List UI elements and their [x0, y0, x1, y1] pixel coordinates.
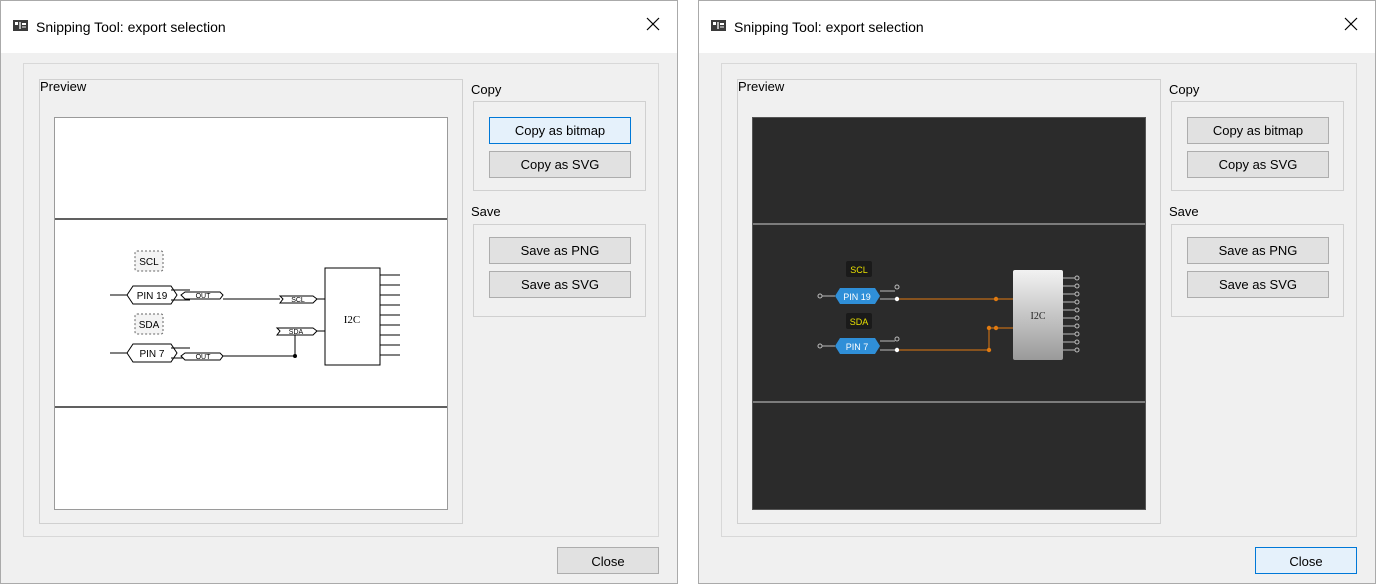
- tag-scl-label: SCL: [850, 265, 868, 275]
- save-label: Save: [471, 204, 501, 219]
- save-as-png-button[interactable]: Save as PNG: [1187, 237, 1329, 264]
- circuit-diagram: SCL PIN 19 SDA PIN 7 I2C: [753, 223, 1145, 403]
- window-title: Snipping Tool: export selection: [36, 19, 226, 35]
- close-icon[interactable]: [643, 14, 663, 34]
- title-bar: Snipping Tool: export selection: [1, 1, 677, 53]
- close-button[interactable]: Close: [557, 547, 659, 574]
- preview-label: Preview: [40, 79, 87, 94]
- save-group: Save as PNG Save as SVG: [1171, 224, 1344, 317]
- preview-group: Preview SCL PIN 19 SDA PIN 7 I2C: [737, 79, 1161, 524]
- circuit-diagram: SCL PIN 19 OUT SCL SDA PIN 7 OUT SDA I2C: [55, 218, 447, 408]
- out-port-bottom-label: OUT: [196, 354, 212, 361]
- save-group: Save as PNG Save as SVG: [473, 224, 646, 317]
- copy-as-svg-button[interactable]: Copy as SVG: [1187, 151, 1329, 178]
- i2c-block-label: I2C: [1031, 311, 1046, 322]
- pin-19-label: PIN 19: [137, 291, 168, 302]
- tag-scl-label: SCL: [139, 257, 159, 268]
- i2c-block-label: I2C: [344, 314, 361, 326]
- content-frame: Preview SCL PIN 19 OUT SCL SDA PIN 7 OUT…: [23, 63, 659, 537]
- snipping-tool-app-icon: [13, 20, 28, 31]
- content-frame: Preview SCL PIN 19 SDA PIN 7 I2C Copy Co…: [721, 63, 1357, 537]
- save-as-png-button[interactable]: Save as PNG: [489, 237, 631, 264]
- title-bar: Snipping Tool: export selection: [699, 1, 1375, 53]
- sda-port-label: SDA: [289, 329, 304, 336]
- copy-as-bitmap-button[interactable]: Copy as bitmap: [1187, 117, 1329, 144]
- copy-label: Copy: [471, 82, 502, 97]
- window-title: Snipping Tool: export selection: [734, 19, 924, 35]
- preview-canvas: SCL PIN 19 SDA PIN 7 I2C: [752, 117, 1146, 510]
- pin-19-label: PIN 19: [843, 292, 871, 302]
- save-as-svg-button[interactable]: Save as SVG: [1187, 271, 1329, 298]
- close-icon[interactable]: [1341, 14, 1361, 34]
- save-as-svg-button[interactable]: Save as SVG: [489, 271, 631, 298]
- copy-label: Copy: [1169, 82, 1200, 97]
- preview-group: Preview SCL PIN 19 OUT SCL SDA PIN 7 OUT…: [39, 79, 463, 524]
- out-port-top-label: OUT: [196, 293, 212, 300]
- snipping-tool-app-icon: [711, 20, 726, 31]
- copy-as-svg-button[interactable]: Copy as SVG: [489, 151, 631, 178]
- preview-label: Preview: [738, 79, 785, 94]
- tag-sda-label: SDA: [139, 320, 160, 331]
- tag-sda-label: SDA: [850, 317, 869, 327]
- copy-as-bitmap-button[interactable]: Copy as bitmap: [489, 117, 631, 144]
- scl-port-label: SCL: [291, 297, 305, 304]
- pin-7-label: PIN 7: [846, 342, 869, 352]
- export-dialog-dark: Snipping Tool: export selection Preview …: [698, 0, 1376, 584]
- copy-group: Copy as bitmap Copy as SVG: [473, 101, 646, 191]
- pin-7-label: PIN 7: [139, 349, 164, 360]
- save-label: Save: [1169, 204, 1199, 219]
- close-button[interactable]: Close: [1255, 547, 1357, 574]
- copy-group: Copy as bitmap Copy as SVG: [1171, 101, 1344, 191]
- export-dialog-light: Snipping Tool: export selection Preview …: [0, 0, 678, 584]
- preview-canvas: SCL PIN 19 OUT SCL SDA PIN 7 OUT SDA I2C: [54, 117, 448, 510]
